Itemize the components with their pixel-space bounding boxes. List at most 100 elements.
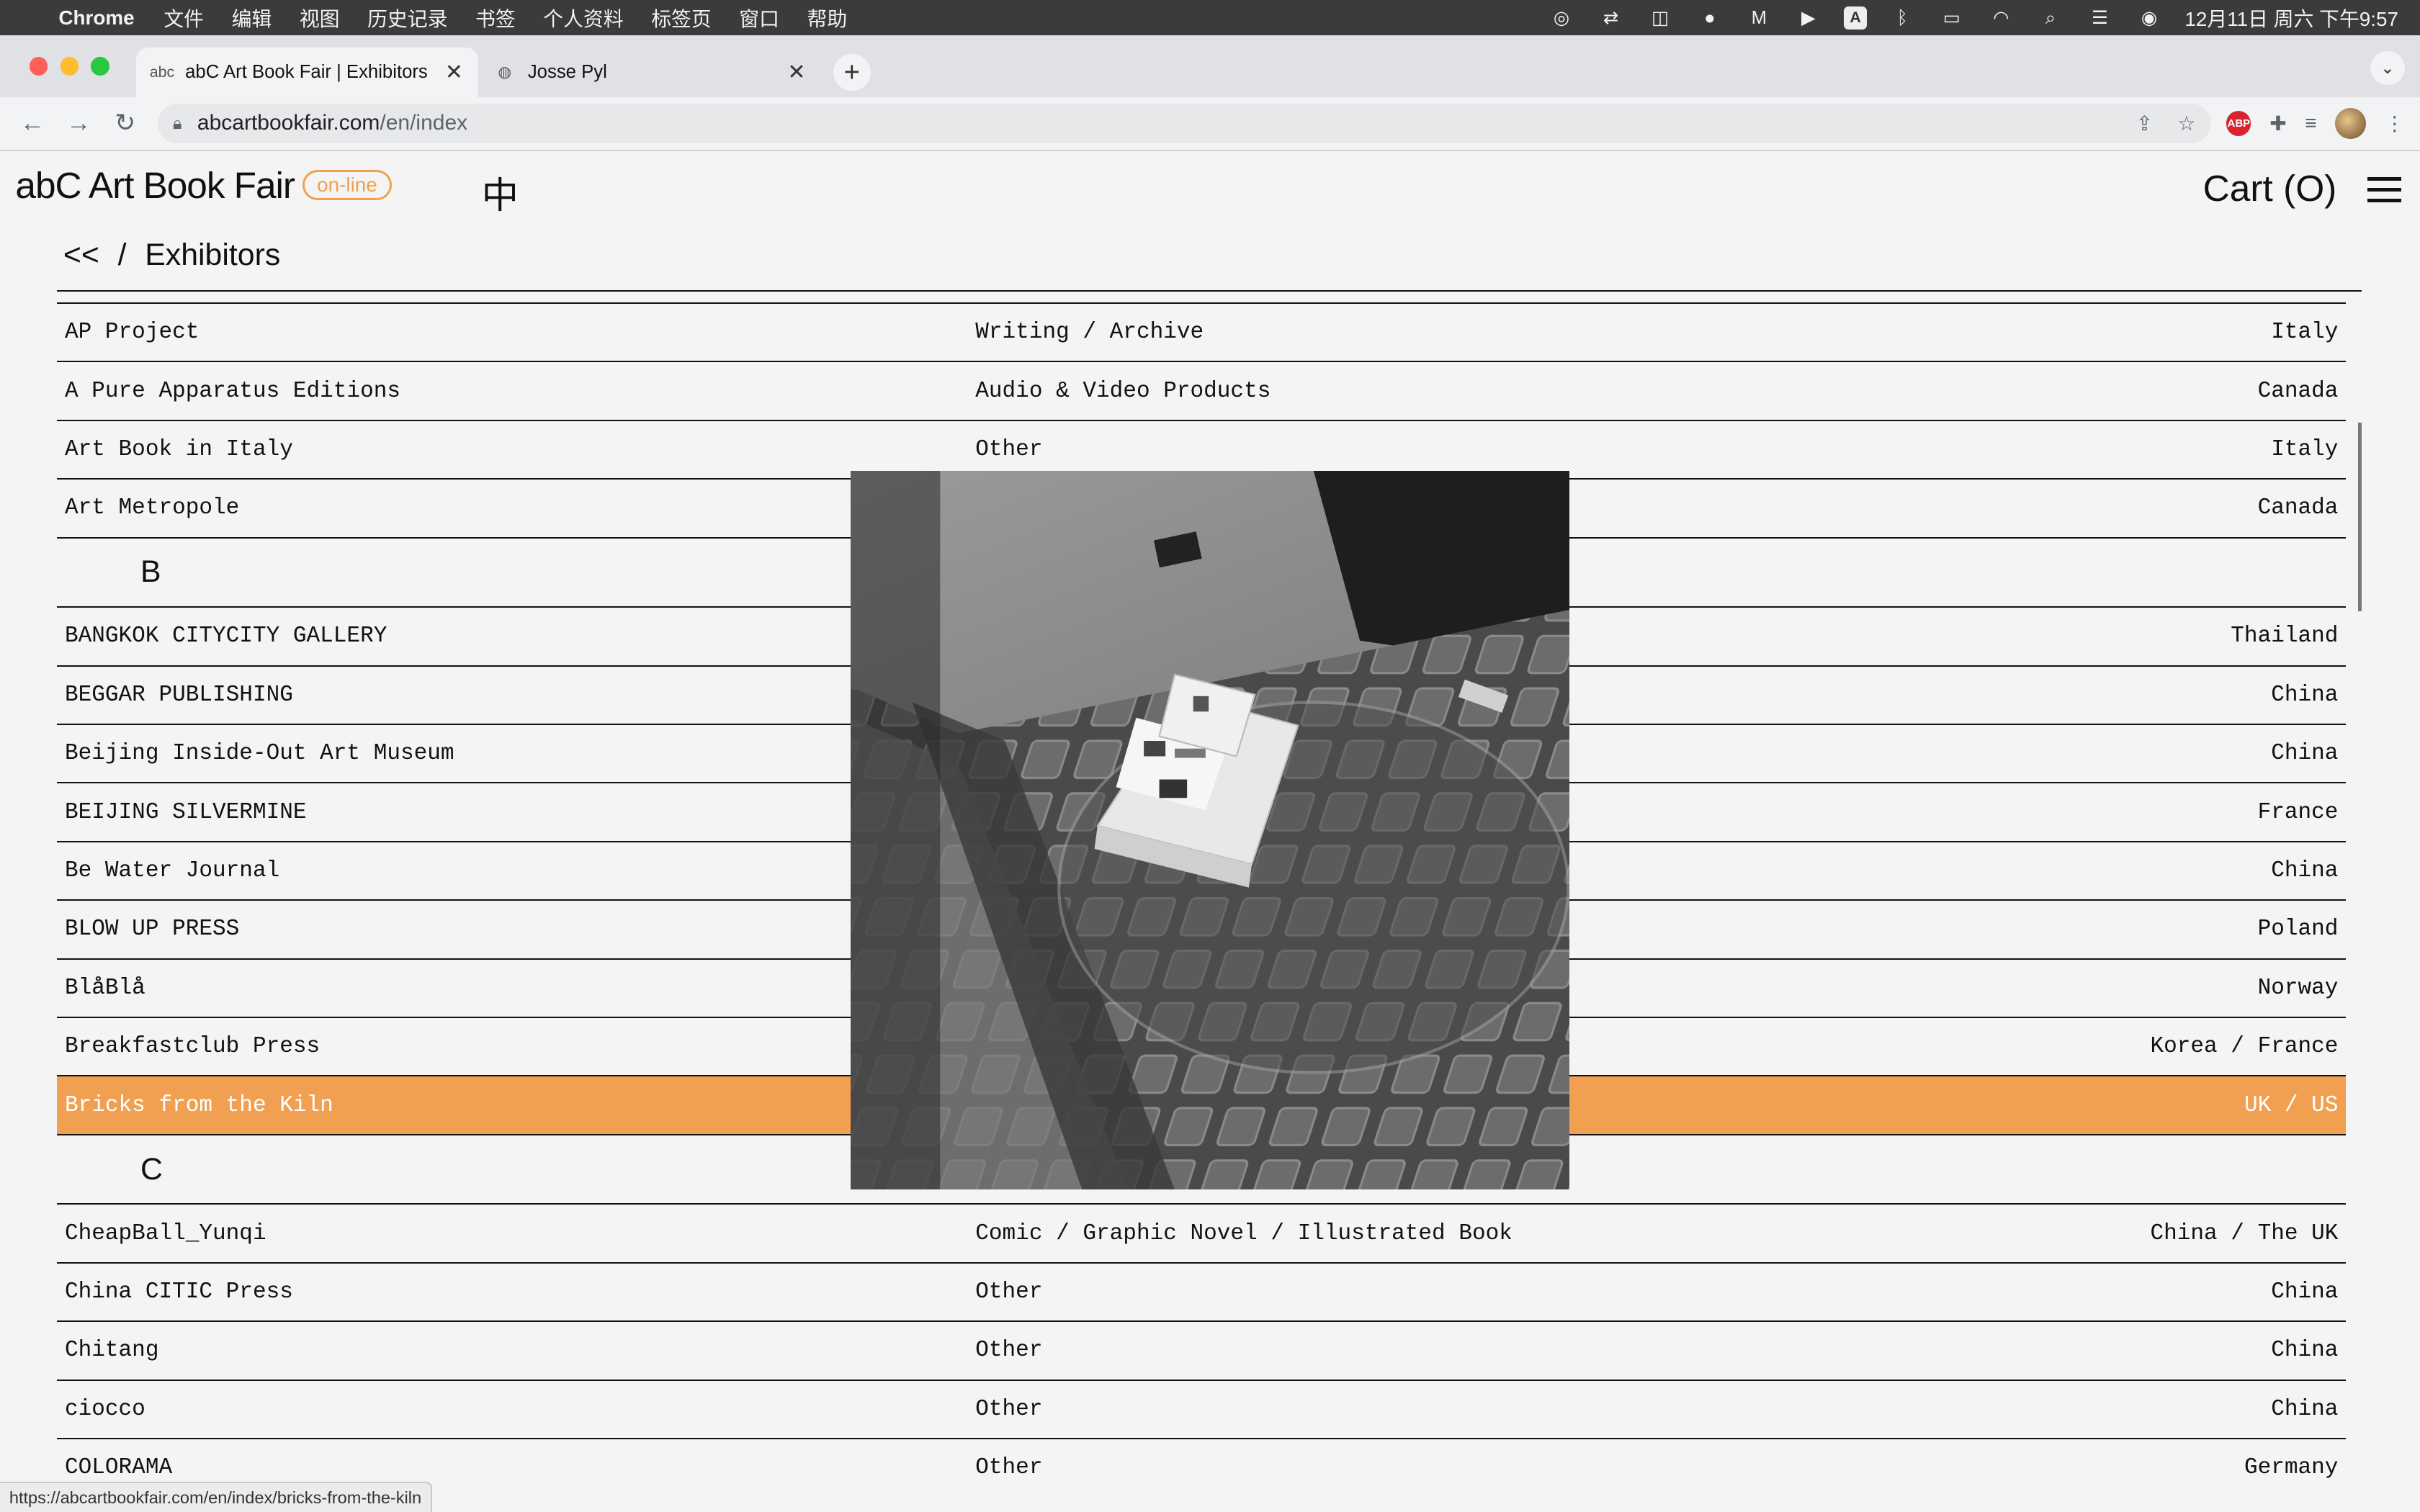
exhibitor-name: Be Water Journal [64, 858, 280, 883]
chrome-menu-icon[interactable]: ⋮ [2385, 112, 2405, 135]
bluetooth-icon[interactable]: ᛒ [1888, 7, 1917, 29]
menu-tabs[interactable]: 标签页 [651, 4, 712, 32]
exhibitor-name: AP Project [64, 320, 200, 346]
menu-bookmarks[interactable]: 书签 [475, 4, 516, 32]
exhibitor-country: China [2271, 682, 2339, 708]
page-scrollbar[interactable] [2358, 423, 2362, 611]
exhibitor-country: Korea / France [2150, 1034, 2339, 1060]
m-app-icon[interactable]: M [1745, 7, 1773, 29]
exhibitor-country: France [2257, 799, 2339, 825]
chat-icon[interactable]: ◫ [1646, 7, 1675, 29]
site-header: abC Art Book Fair on-line 中 Cart (O) [0, 151, 2420, 225]
exhibitor-country: Norway [2257, 975, 2339, 1001]
exhibitor-name: Chitang [64, 1338, 159, 1364]
exhibitor-name: ciocco [64, 1396, 145, 1422]
back-link[interactable]: << [63, 238, 99, 273]
sync-icon[interactable]: ⇄ [1597, 7, 1625, 29]
zoom-window-button[interactable] [91, 57, 110, 76]
exhibitor-country: Italy [2271, 320, 2339, 346]
tab-exhibitors[interactable]: abc abC Art Book Fair | Exhibitors ✕ [135, 48, 479, 97]
menu-app-name[interactable]: Chrome [58, 6, 134, 30]
forward-arrow-icon[interactable]: → [55, 109, 102, 138]
bookmark-star-icon[interactable]: ☆ [2177, 112, 2195, 135]
exhibitor-row[interactable]: ciocco Other China [57, 1379, 2347, 1438]
exhibitor-name: COLORAMA [64, 1455, 173, 1481]
menu-profiles[interactable]: 个人资料 [543, 4, 623, 32]
exhibitor-country: Poland [2257, 917, 2339, 942]
lock-icon[interactable]: 🔒︎ [173, 114, 182, 133]
exhibitor-name: CheapBall_Yunqi [64, 1220, 266, 1246]
exhibitor-row[interactable]: Chitang Other China [57, 1320, 2347, 1379]
exhibitor-country: UK / US [2244, 1092, 2339, 1118]
puzzle-extensions-icon[interactable]: ✚ [2269, 112, 2286, 135]
window-controls [29, 57, 110, 76]
macos-menu-bar: Chrome 文件 编辑 视图 历史记录 书签 个人资料 标签页 窗口 帮助 ◎… [0, 0, 2420, 36]
abc-favicon-icon: abc [149, 63, 175, 81]
cart-link[interactable]: Cart (O) [2203, 166, 2337, 210]
minimize-window-button[interactable] [60, 57, 79, 76]
reload-icon[interactable]: ↻ [102, 109, 148, 138]
close-tab-icon[interactable]: ✕ [445, 60, 463, 85]
back-arrow-icon[interactable]: ← [9, 109, 55, 138]
tab-title: Josse Pyl [527, 62, 607, 83]
menu-window[interactable]: 窗口 [739, 4, 779, 32]
exhibitor-row[interactable]: Art Book in Italy Other Italy [57, 419, 2347, 478]
menu-history[interactable]: 历史记录 [367, 4, 447, 32]
exhibitor-name: BlåBlå [64, 975, 145, 1001]
url-path: /en/index [380, 111, 468, 135]
close-tab-icon[interactable]: ✕ [787, 60, 805, 85]
exhibitor-country: Germany [2244, 1455, 2339, 1481]
play-icon[interactable]: ▶ [1795, 7, 1823, 29]
exhibitor-name: BANGKOK CITYCITY GALLERY [64, 624, 387, 649]
exhibitor-name: Beijing Inside-Out Art Museum [64, 741, 454, 767]
siri-icon[interactable]: ◉ [2136, 7, 2164, 29]
extensions-area: ABP ✚ ≡ ⋮ [2226, 108, 2405, 139]
exhibitor-country: China [2271, 1338, 2339, 1364]
reading-list-icon[interactable]: ≡ [2305, 112, 2316, 135]
exhibitor-row[interactable]: A Pure Apparatus Editions Audio & Video P… [57, 361, 2347, 419]
site-logo[interactable]: abC Art Book Fair [15, 163, 295, 207]
language-switch[interactable]: 中 [482, 165, 519, 219]
profile-avatar[interactable] [2335, 108, 2367, 139]
wifi-icon[interactable]: ◠ [1987, 7, 2015, 29]
menu-view[interactable]: 视图 [300, 4, 340, 32]
spotlight-search-icon[interactable]: ⌕ [2037, 7, 2065, 29]
breadcrumb-separator: / [117, 238, 127, 272]
browser-toolbar: ← → ↻ 🔒︎ abcartbookfair.com/en/index ⇪ ☆… [0, 96, 2420, 151]
exhibitor-category: Other [975, 437, 1043, 463]
menu-clock[interactable]: 12月11日 周六 下午9:57 [2184, 4, 2398, 32]
tab-josse-pyl[interactable]: ◍ Josse Pyl ✕ [478, 48, 821, 97]
exhibitor-name: Breakfastclub Press [64, 1034, 321, 1060]
exhibitor-name: Art Book in Italy [64, 437, 293, 463]
new-tab-button[interactable]: + [833, 54, 871, 91]
control-center-icon[interactable]: ☰ [2086, 7, 2114, 29]
creative-cloud-icon[interactable]: ◎ [1548, 7, 1576, 29]
share-icon[interactable]: ⇪ [2136, 112, 2153, 135]
exhibitor-country: China [2271, 1396, 2339, 1422]
battery-icon[interactable]: ▭ [1938, 7, 1966, 29]
online-badge: on-line [302, 169, 392, 200]
exhibitor-country: China [2271, 1279, 2339, 1305]
tab-search-chevron-icon[interactable]: ⌄ [2370, 50, 2405, 85]
close-window-button[interactable] [29, 57, 48, 76]
wechat-icon[interactable]: ● [1695, 7, 1724, 29]
exhibitor-name: BEGGAR PUBLISHING [64, 682, 293, 708]
address-bar[interactable]: 🔒︎ abcartbookfair.com/en/index ⇪ ☆ [157, 103, 2211, 144]
exhibitor-name: Bricks from the Kiln [64, 1092, 333, 1118]
input-method-icon[interactable]: A [1844, 6, 1868, 30]
exhibitor-row[interactable]: AP Project Writing / Archive Italy [57, 302, 2347, 361]
tab-title: abC Art Book Fair | Exhibitors [185, 62, 428, 83]
globe-icon: ◍ [498, 63, 512, 81]
exhibitor-row[interactable]: China CITIC Press Other China [57, 1261, 2347, 1320]
menu-file[interactable]: 文件 [163, 4, 204, 32]
menu-edit[interactable]: 编辑 [232, 4, 272, 32]
exhibitor-category: Other [975, 1455, 1043, 1481]
exhibitor-category: Audio & Video Products [975, 378, 1271, 404]
tab-strip: abc abC Art Book Fair | Exhibitors ✕ ◍ J… [0, 35, 2420, 97]
hamburger-menu-icon[interactable] [2367, 177, 2402, 202]
exhibitor-name: BEIJING SILVERMINE [64, 799, 307, 825]
adblock-plus-icon[interactable]: ABP [2226, 111, 2251, 136]
menu-help[interactable]: 帮助 [807, 4, 848, 32]
page-title: Exhibitors [145, 238, 281, 272]
exhibitor-row[interactable]: CheapBall_Yunqi Comic / Graphic Novel / I… [57, 1203, 2347, 1261]
